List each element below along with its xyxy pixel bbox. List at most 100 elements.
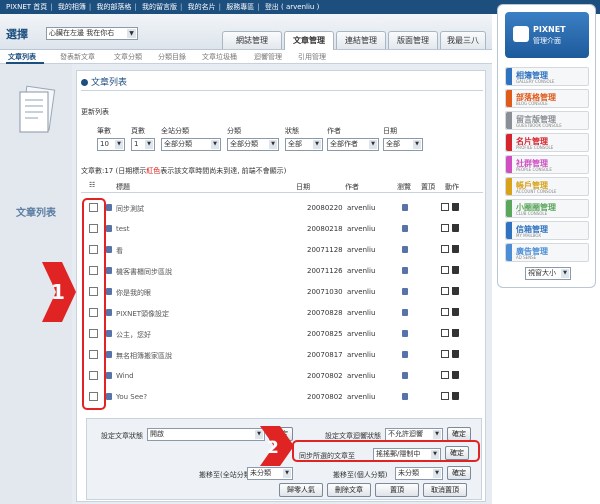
console-item[interactable]: 部落格管理 BLOG CONSOLE: [505, 89, 589, 108]
tab-layout-manage[interactable]: 版面管理: [388, 31, 438, 49]
unpin-button[interactable]: 取消置頂: [423, 483, 467, 497]
tab-link-manage[interactable]: 連結管理: [336, 31, 386, 49]
article-title[interactable]: 看: [116, 246, 123, 256]
move-confirm-button[interactable]: 確定: [447, 466, 471, 480]
trash-icon[interactable]: [452, 224, 459, 232]
date-select[interactable]: 全部 ▼: [383, 138, 423, 151]
delete-article-button[interactable]: 刪除文章: [327, 483, 371, 497]
edit-icon[interactable]: [441, 224, 449, 232]
move-site-select[interactable]: 未分類 ▼: [247, 467, 293, 480]
article-title[interactable]: test: [116, 225, 129, 233]
trash-icon[interactable]: [452, 329, 459, 337]
trash-icon[interactable]: [452, 266, 459, 274]
filter-label-date: 日期: [383, 127, 397, 135]
edit-icon[interactable]: [441, 203, 449, 211]
console-item[interactable]: 社群管理 PEOPLE CONSOLE: [505, 155, 589, 174]
subtab-article-list[interactable]: 文章列表: [8, 52, 36, 62]
browse-icon[interactable]: [402, 351, 408, 358]
console-item[interactable]: 帳戶管理 ACCOUNT CONSOLE: [505, 177, 589, 196]
nav-link-my-guestbook[interactable]: 我的留言版: [142, 3, 177, 11]
console-item-color-bar: [506, 112, 512, 129]
edit-icon[interactable]: [441, 245, 449, 253]
update-list-link[interactable]: 更新列表: [81, 107, 109, 117]
console-item[interactable]: 名片管理 PROFILE CONSOLE: [505, 133, 589, 152]
console-item[interactable]: 廣告管理 AD SENSE: [505, 243, 589, 262]
tab-article-manage[interactable]: 文章管理: [284, 31, 334, 50]
console-item-color-bar: [506, 90, 512, 107]
nav-link-service[interactable]: 服務專區: [226, 3, 254, 11]
browse-icon[interactable]: [402, 372, 408, 379]
article-title[interactable]: 公主，您好: [116, 330, 151, 340]
nav-link-my-album[interactable]: 我的相簿: [58, 3, 86, 11]
subtab-new-article[interactable]: 發表新文章: [60, 52, 95, 62]
browse-icon[interactable]: [402, 267, 408, 274]
blog-select[interactable]: 心臟在左邊 我在你右 ▼: [46, 27, 138, 40]
page-select[interactable]: 1 ▼: [131, 138, 155, 151]
edit-icon[interactable]: [441, 329, 449, 337]
table-row: Wind 20070802 arvenliu: [81, 365, 483, 387]
move-site-label: 搬移至(全站分類): [199, 471, 254, 479]
browse-icon[interactable]: [402, 204, 408, 211]
edit-icon[interactable]: [441, 287, 449, 295]
browse-icon[interactable]: [402, 288, 408, 295]
trash-icon[interactable]: [452, 203, 459, 211]
edit-icon[interactable]: [441, 266, 449, 274]
trash-icon[interactable]: [452, 392, 459, 400]
pixnet-console-logo[interactable]: PIXNET 管理介面: [505, 12, 589, 58]
article-date: 20070817: [307, 351, 343, 359]
subtab-trackback-manage[interactable]: 引用管理: [298, 52, 326, 62]
move-personal-select[interactable]: 未分類 ▼: [395, 467, 443, 480]
nav-link-my-blog[interactable]: 我的部落格: [96, 3, 131, 11]
browse-icon[interactable]: [402, 330, 408, 337]
pin-button[interactable]: 置頂: [375, 483, 419, 497]
comment-confirm-button[interactable]: 確定: [447, 427, 471, 441]
trash-icon[interactable]: [452, 350, 459, 358]
console-item-sub: PEOPLE CONSOLE: [516, 167, 552, 172]
browse-icon[interactable]: [402, 309, 408, 316]
status-select[interactable]: 開啟 ▼: [147, 428, 265, 441]
nav-link-logout[interactable]: 登出 ( arvenliu ): [265, 3, 320, 11]
author-select[interactable]: 全部作者 ▼: [327, 138, 379, 151]
status-select[interactable]: 全部 ▼: [285, 138, 323, 151]
subtab-article-category[interactable]: 文章分類: [114, 52, 142, 62]
category-select[interactable]: 全部分類 ▼: [227, 138, 279, 151]
article-title[interactable]: PIXNET頭像設定: [116, 309, 169, 319]
trash-icon[interactable]: [452, 245, 459, 253]
subtab-category-dir[interactable]: 分類目錄: [158, 52, 186, 62]
edit-icon[interactable]: [441, 350, 449, 358]
edit-icon[interactable]: [441, 392, 449, 400]
reset-views-button[interactable]: 歸零人氣: [279, 483, 323, 497]
article-title[interactable]: 同步測試: [116, 204, 144, 214]
nav-link-pixnet-home[interactable]: PIXNET 首頁: [6, 3, 47, 11]
trash-icon[interactable]: [452, 308, 459, 316]
document-stack-icon: [19, 85, 56, 133]
edit-icon[interactable]: [441, 371, 449, 379]
article-title[interactable]: Wind: [116, 372, 134, 380]
article-title[interactable]: 你是我的眼: [116, 288, 151, 298]
article-title[interactable]: 無名相簿搬家區說: [116, 351, 172, 361]
console-item[interactable]: 小圈圈管理 CLUB CONSOLE: [505, 199, 589, 218]
count-select[interactable]: 10 ▼: [97, 138, 125, 151]
trash-icon[interactable]: [452, 371, 459, 379]
console-item[interactable]: 信箱管理 MY MAILBOX: [505, 221, 589, 240]
subtab-trash[interactable]: 文章垃圾桶: [202, 52, 237, 62]
console-item[interactable]: 相簿管理 GALLERY CONSOLE: [505, 67, 589, 86]
article-author: arvenliu: [347, 225, 376, 233]
trash-icon[interactable]: [452, 287, 459, 295]
edit-icon[interactable]: [441, 308, 449, 316]
article-title[interactable]: 機客書櫃同步區說: [116, 267, 172, 277]
browse-icon[interactable]: [402, 225, 408, 232]
article-title[interactable]: You See?: [116, 393, 147, 401]
window-size-select[interactable]: 視窗大小 ▼: [525, 267, 571, 280]
browse-icon[interactable]: [402, 393, 408, 400]
article-date: 20070802: [307, 393, 343, 401]
subtab-comment-manage[interactable]: 迴響管理: [254, 52, 282, 62]
select-all-icon[interactable]: ☷: [89, 181, 95, 189]
filter-label-category: 分類: [227, 127, 241, 135]
browse-icon[interactable]: [402, 246, 408, 253]
console-item[interactable]: 留言版管理 GUESTBOOK CONSOLE: [505, 111, 589, 130]
nav-link-my-profile[interactable]: 我的名片: [188, 3, 216, 11]
site-category-select[interactable]: 全部分類 ▼: [161, 138, 221, 151]
tab-wozui-sanba[interactable]: 我最三八: [440, 31, 486, 49]
tab-blog-manage[interactable]: 網誌管理: [222, 31, 282, 49]
